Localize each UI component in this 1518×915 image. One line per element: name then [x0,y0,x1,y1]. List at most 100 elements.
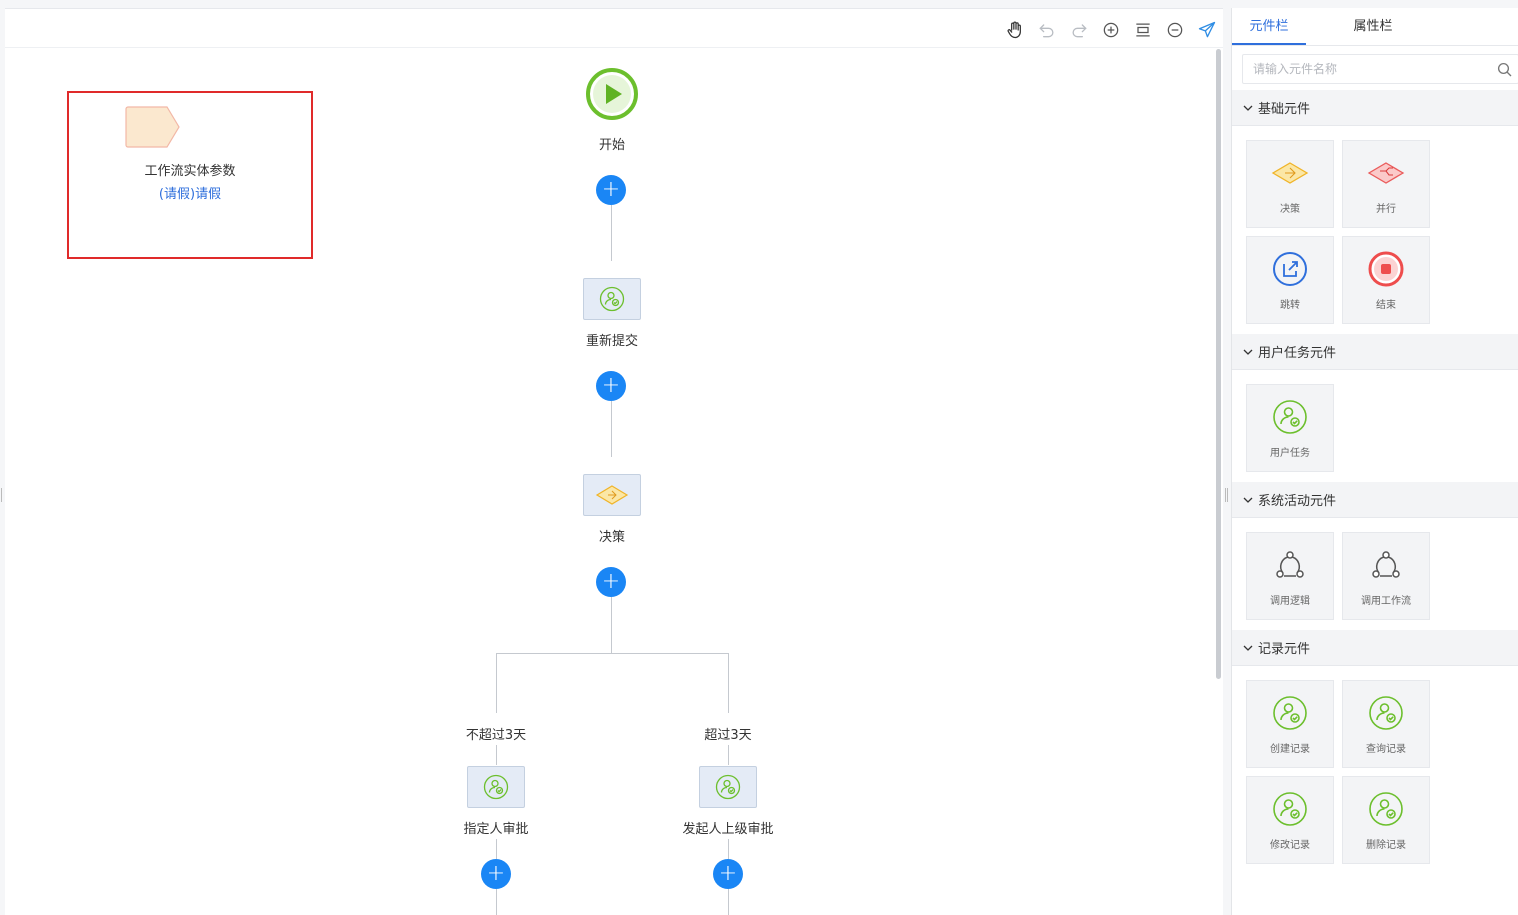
component-panel: 元件栏 属性栏 基础元件 决策 [1231,8,1518,915]
group-basic-items: 决策 并行 跳转 结束 [1232,126,1518,328]
start-label: 开始 [598,138,626,153]
add-node-button[interactable]: + [596,567,626,597]
component-label: 跳转 [1280,299,1300,311]
jump-icon [1273,251,1307,286]
user-task-icon [1273,399,1307,434]
parallel-icon [1367,161,1405,184]
chevron-down-icon [1243,497,1253,503]
toolbar-divider [5,47,1223,48]
entity-tag-icon [125,106,180,148]
search-input[interactable] [1243,55,1483,83]
undo-icon [1039,24,1054,38]
workflow-designer: 工作流实体参数 (请假)请假 开始 + 重新提交 + 决策 + 不超过3天 超过… [0,0,1518,915]
entity-link[interactable]: (请假)请假 [69,183,311,202]
plus-icon: + [601,373,621,398]
designated-approval-node[interactable] [467,766,525,808]
component-update-record[interactable]: 修改记录 [1246,776,1334,864]
group-user-task-items: 用户任务 [1232,370,1518,476]
zoom-in-button[interactable] [1099,18,1123,42]
component-query-record[interactable]: 查询记录 [1342,680,1430,768]
add-node-button[interactable]: + [481,859,511,889]
connector [496,889,497,915]
branch-connector [496,653,728,654]
component-end[interactable]: 结束 [1342,236,1430,324]
user-task-icon [1273,695,1307,730]
branch-left-label[interactable]: 不超过3天 [466,724,526,743]
zoom-out-button[interactable] [1163,18,1187,42]
start-node-icon[interactable] [585,67,639,121]
chevron-down-icon [1243,645,1253,651]
component-user-task[interactable]: 用户任务 [1246,384,1334,472]
tab-properties[interactable]: 属性栏 [1336,8,1410,45]
hand-tool[interactable] [1003,18,1027,42]
connector [496,745,497,765]
decision-icon [595,485,629,505]
user-task-icon [1273,791,1307,826]
redo-button[interactable] [1067,18,1091,42]
search-icon[interactable] [1496,61,1514,79]
component-label: 修改记录 [1270,839,1310,851]
component-parallel[interactable]: 并行 [1342,140,1430,228]
group-title: 记录元件 [1258,642,1311,657]
add-node-button[interactable]: + [596,175,626,205]
decision-node[interactable] [583,474,641,516]
zoom-in-icon [1103,22,1119,38]
canvas-scrollbar[interactable] [1216,49,1221,679]
add-node-button[interactable]: + [713,859,743,889]
user-task-icon [1369,791,1403,826]
group-user-task[interactable]: 用户任务元件 [1232,334,1518,370]
component-label: 并行 [1376,203,1396,215]
decision-icon [1271,161,1309,184]
component-jump[interactable]: 跳转 [1246,236,1334,324]
component-delete-record[interactable]: 删除记录 [1342,776,1430,864]
connector [728,653,729,713]
connector [728,745,729,765]
designated-approval-label: 指定人审批 [463,822,529,837]
supervisor-approval-node[interactable] [699,766,757,808]
publish-button[interactable] [1195,18,1219,42]
canvas-toolbar [1003,17,1219,43]
group-basic[interactable]: 基础元件 [1232,90,1518,126]
add-node-button[interactable]: + [596,371,626,401]
group-title: 用户任务元件 [1258,346,1337,361]
chevron-down-icon [1243,105,1253,111]
component-create-record[interactable]: 创建记录 [1246,680,1334,768]
component-label: 调用工作流 [1361,595,1411,607]
send-icon [1198,21,1216,38]
component-label: 删除记录 [1366,839,1406,851]
user-task-icon [1369,695,1403,730]
group-title: 基础元件 [1258,102,1311,117]
end-icon [1368,251,1404,286]
connector [611,401,612,457]
branch-right-label[interactable]: 超过3天 [704,724,751,743]
zoom-out-icon [1167,22,1183,38]
component-call-logic[interactable]: 调用逻辑 [1246,532,1334,620]
plus-icon: + [601,177,621,202]
component-call-workflow[interactable]: 调用工作流 [1342,532,1430,620]
connector [611,205,612,261]
user-task-icon [715,774,741,800]
tab-components[interactable]: 元件栏 [1232,8,1306,45]
panel-resize-handle[interactable] [1225,488,1228,502]
connector [496,653,497,713]
fit-button[interactable] [1131,18,1155,42]
flow-canvas[interactable]: 工作流实体参数 (请假)请假 开始 + 重新提交 + 决策 + 不超过3天 超过… [5,8,1223,915]
component-decision[interactable]: 决策 [1246,140,1334,228]
component-label: 决策 [1280,203,1300,215]
undo-button[interactable] [1035,18,1059,42]
user-task-icon [483,774,509,800]
resubmit-node[interactable] [583,278,641,320]
left-resize-handle[interactable] [1,488,3,502]
component-search [1242,54,1518,84]
panel-tabs: 元件栏 属性栏 [1232,8,1518,46]
group-system-activity[interactable]: 系统活动元件 [1232,482,1518,518]
group-record[interactable]: 记录元件 [1232,630,1518,666]
entity-parameters-box[interactable]: 工作流实体参数 (请假)请假 [67,91,313,259]
call-workflow-icon [1372,550,1400,578]
component-label: 用户任务 [1270,447,1310,459]
plus-icon: + [601,569,621,594]
connector [728,889,729,915]
connector [496,839,497,859]
call-logic-icon [1276,550,1304,578]
group-system-activity-items: 调用逻辑 调用工作流 [1232,518,1518,624]
